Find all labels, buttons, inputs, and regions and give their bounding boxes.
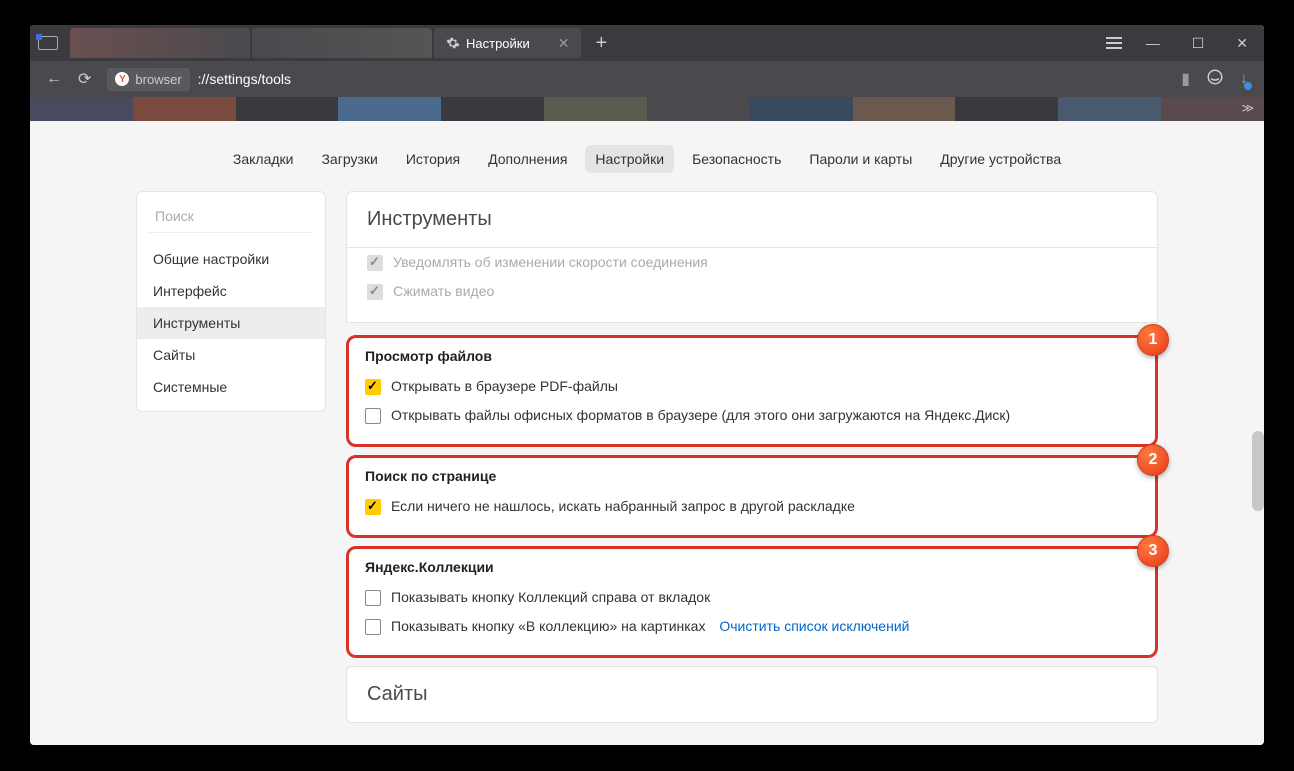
topnav-devices[interactable]: Другие устройства xyxy=(930,145,1071,173)
settings-page: Закладки Загрузки История Дополнения Нас… xyxy=(30,121,1264,745)
url-path: ://settings/tools xyxy=(198,71,291,87)
sidebar-item-general[interactable]: Общие настройки xyxy=(137,243,325,275)
top-nav: Закладки Загрузки История Дополнения Нас… xyxy=(30,121,1264,191)
tab-title: Настройки xyxy=(466,36,530,51)
gear-icon xyxy=(446,36,460,50)
option-collections-button-images[interactable]: Показывать кнопку «В коллекцию» на карти… xyxy=(365,612,1139,641)
annotation-badge-3: 3 xyxy=(1137,535,1169,567)
option-notify-speed: Уведомлять об изменении скорости соедине… xyxy=(367,248,1137,277)
option-compress-video: Сжимать видео xyxy=(367,277,1137,306)
minimize-button[interactable]: — xyxy=(1138,31,1168,55)
annotation-badge-1: 1 xyxy=(1137,324,1169,356)
highlight-page-search: 2 Поиск по странице Если ничего не нашло… xyxy=(346,455,1158,538)
scrollbar-thumb[interactable] xyxy=(1252,431,1264,511)
settings-sidebar: Поиск Общие настройки Интерфейс Инструме… xyxy=(136,191,326,412)
topnav-addons[interactable]: Дополнения xyxy=(478,145,577,173)
close-tab-icon[interactable]: ✕ xyxy=(558,35,570,52)
tab-blurred-1[interactable] xyxy=(70,28,250,58)
close-window-button[interactable]: ✕ xyxy=(1228,31,1256,56)
topnav-settings[interactable]: Настройки xyxy=(585,145,674,173)
menu-icon[interactable] xyxy=(1106,37,1122,49)
sidebar-item-interface[interactable]: Интерфейс xyxy=(137,275,325,307)
topnav-bookmarks[interactable]: Закладки xyxy=(223,145,304,173)
checkbox-collections-right[interactable] xyxy=(365,590,381,606)
reload-button[interactable]: ⟳ xyxy=(78,69,91,89)
sidebar-item-sites[interactable]: Сайты xyxy=(137,339,325,371)
tab-blurred-2[interactable] xyxy=(252,28,432,58)
tab-overview-icon[interactable] xyxy=(38,36,58,50)
option-open-office[interactable]: Открывать файлы офисных форматов в брауз… xyxy=(365,401,1139,430)
page-search-title: Поиск по странице xyxy=(365,468,1139,484)
highlight-file-viewing: 1 Просмотр файлов Открывать в браузере P… xyxy=(346,335,1158,447)
url-protocol-badge: Y browser xyxy=(107,68,189,91)
addressbar: ← ⟳ Y browser ://settings/tools ▮ ↓ xyxy=(30,61,1264,97)
titlebar: Настройки ✕ + — ☐ ✕ xyxy=(30,25,1264,61)
checkbox-collections-images[interactable] xyxy=(365,619,381,635)
feedback-icon[interactable] xyxy=(1206,68,1224,91)
bookmark-overflow-icon[interactable]: ≫ xyxy=(1241,101,1254,115)
sidebar-item-tools[interactable]: Инструменты xyxy=(137,307,325,339)
maximize-button[interactable]: ☐ xyxy=(1184,31,1213,56)
sidebar-item-system[interactable]: Системные xyxy=(137,371,325,403)
topnav-history[interactable]: История xyxy=(396,145,470,173)
option-search-layout[interactable]: Если ничего не нашлось, искать набранный… xyxy=(365,492,1139,521)
checkbox-compress-video xyxy=(367,284,383,300)
browser-window: Настройки ✕ + — ☐ ✕ ← ⟳ Y browser ://set… xyxy=(30,25,1264,745)
bookmark-bar: ≫ xyxy=(30,97,1264,121)
checkbox-search-layout[interactable] xyxy=(365,499,381,515)
downloads-icon[interactable]: ↓ xyxy=(1240,70,1248,88)
option-collections-button-right[interactable]: Показывать кнопку Коллекций справа от вк… xyxy=(365,583,1139,612)
settings-content: Инструменты Уведомлять об изменении скор… xyxy=(346,191,1158,723)
option-open-pdf[interactable]: Открывать в браузере PDF-файлы xyxy=(365,372,1139,401)
yandex-logo-icon: Y xyxy=(115,72,129,86)
topnav-security[interactable]: Безопасность xyxy=(682,145,791,173)
section-sites-header: Сайты xyxy=(346,666,1158,723)
checkbox-open-office[interactable] xyxy=(365,408,381,424)
topnav-passwords[interactable]: Пароли и карты xyxy=(799,145,922,173)
url-input[interactable]: Y browser ://settings/tools xyxy=(107,68,1165,91)
new-tab-button[interactable]: + xyxy=(583,32,619,55)
file-viewing-title: Просмотр файлов xyxy=(365,348,1139,364)
checkbox-notify-speed xyxy=(367,255,383,271)
section-tools-header: Инструменты xyxy=(346,191,1158,248)
back-button[interactable]: ← xyxy=(46,70,62,88)
tab-settings[interactable]: Настройки ✕ xyxy=(434,28,581,58)
clear-exclusions-link[interactable]: Очистить список исключений xyxy=(719,618,909,634)
annotation-badge-2: 2 xyxy=(1137,444,1169,476)
highlight-collections: 3 Яндекс.Коллекции Показывать кнопку Кол… xyxy=(346,546,1158,658)
bookmark-icon[interactable]: ▮ xyxy=(1181,69,1190,89)
collections-title: Яндекс.Коллекции xyxy=(365,559,1139,575)
checkbox-open-pdf[interactable] xyxy=(365,379,381,395)
topnav-downloads[interactable]: Загрузки xyxy=(311,145,387,173)
sidebar-search-input[interactable]: Поиск xyxy=(149,200,313,233)
